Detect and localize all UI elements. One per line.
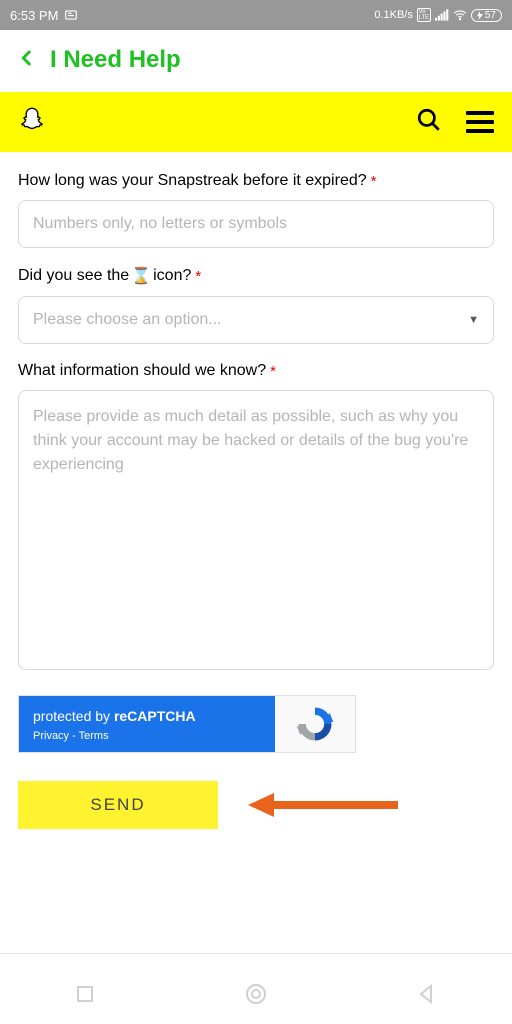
hourglass-icon: ⌛ <box>131 266 151 286</box>
help-form: How long was your Snapstreak before it e… <box>0 152 512 675</box>
annotation-arrow-icon <box>248 790 398 820</box>
wifi-icon <box>453 8 467 22</box>
status-bar: 6:53 PM 0.1KB/s VoLTE 57 <box>0 0 512 30</box>
status-speed: 0.1KB/s <box>374 9 413 21</box>
additional-info-textarea[interactable] <box>18 390 494 670</box>
battery-indicator: 57 <box>471 9 502 22</box>
field-label-pre: Did you see the <box>18 267 129 285</box>
chevron-down-icon: ▼ <box>468 314 479 326</box>
required-asterisk: * <box>371 173 377 190</box>
field-hourglass-icon: Did you see the ⌛ icon? * Please choose … <box>18 266 494 344</box>
snapchat-ghost-icon[interactable] <box>18 106 46 139</box>
home-button[interactable] <box>244 982 268 1006</box>
volte-icon: VoLTE <box>417 8 431 22</box>
divider <box>0 953 512 954</box>
select-placeholder: Please choose an option... <box>33 311 222 329</box>
recaptcha-logo-icon <box>275 696 355 752</box>
search-icon[interactable] <box>416 107 442 138</box>
snapstreak-length-input[interactable] <box>18 200 494 248</box>
required-asterisk: * <box>195 268 201 285</box>
hourglass-select[interactable]: Please choose an option... ▼ <box>18 296 494 344</box>
hamburger-menu-icon[interactable] <box>466 111 494 133</box>
status-time: 6:53 PM <box>10 8 58 23</box>
recent-apps-button[interactable] <box>73 982 97 1006</box>
recaptcha-text: protected by reCAPTCHA <box>33 708 261 724</box>
back-button[interactable] <box>415 982 439 1006</box>
android-nav-bar <box>0 964 512 1024</box>
required-asterisk: * <box>270 363 276 380</box>
field-label: What information should we know? <box>18 362 266 380</box>
news-icon <box>64 8 78 22</box>
field-label-post: icon? <box>153 267 191 285</box>
nav-header: I Need Help <box>0 30 512 92</box>
back-chevron-icon[interactable] <box>18 46 36 74</box>
recaptcha-badge: protected by reCAPTCHA Privacy - Terms <box>18 695 356 753</box>
brand-bar <box>0 92 512 152</box>
field-label: How long was your Snapstreak before it e… <box>18 172 367 190</box>
page-title: I Need Help <box>50 46 181 74</box>
recaptcha-privacy-link[interactable]: Privacy <box>33 730 69 742</box>
recaptcha-terms-link[interactable]: Terms <box>79 730 109 742</box>
field-snapstreak-length: How long was your Snapstreak before it e… <box>18 172 494 248</box>
field-additional-info: What information should we know? * <box>18 362 494 675</box>
signal-icon <box>435 8 449 22</box>
send-button[interactable]: SEND <box>18 781 218 829</box>
